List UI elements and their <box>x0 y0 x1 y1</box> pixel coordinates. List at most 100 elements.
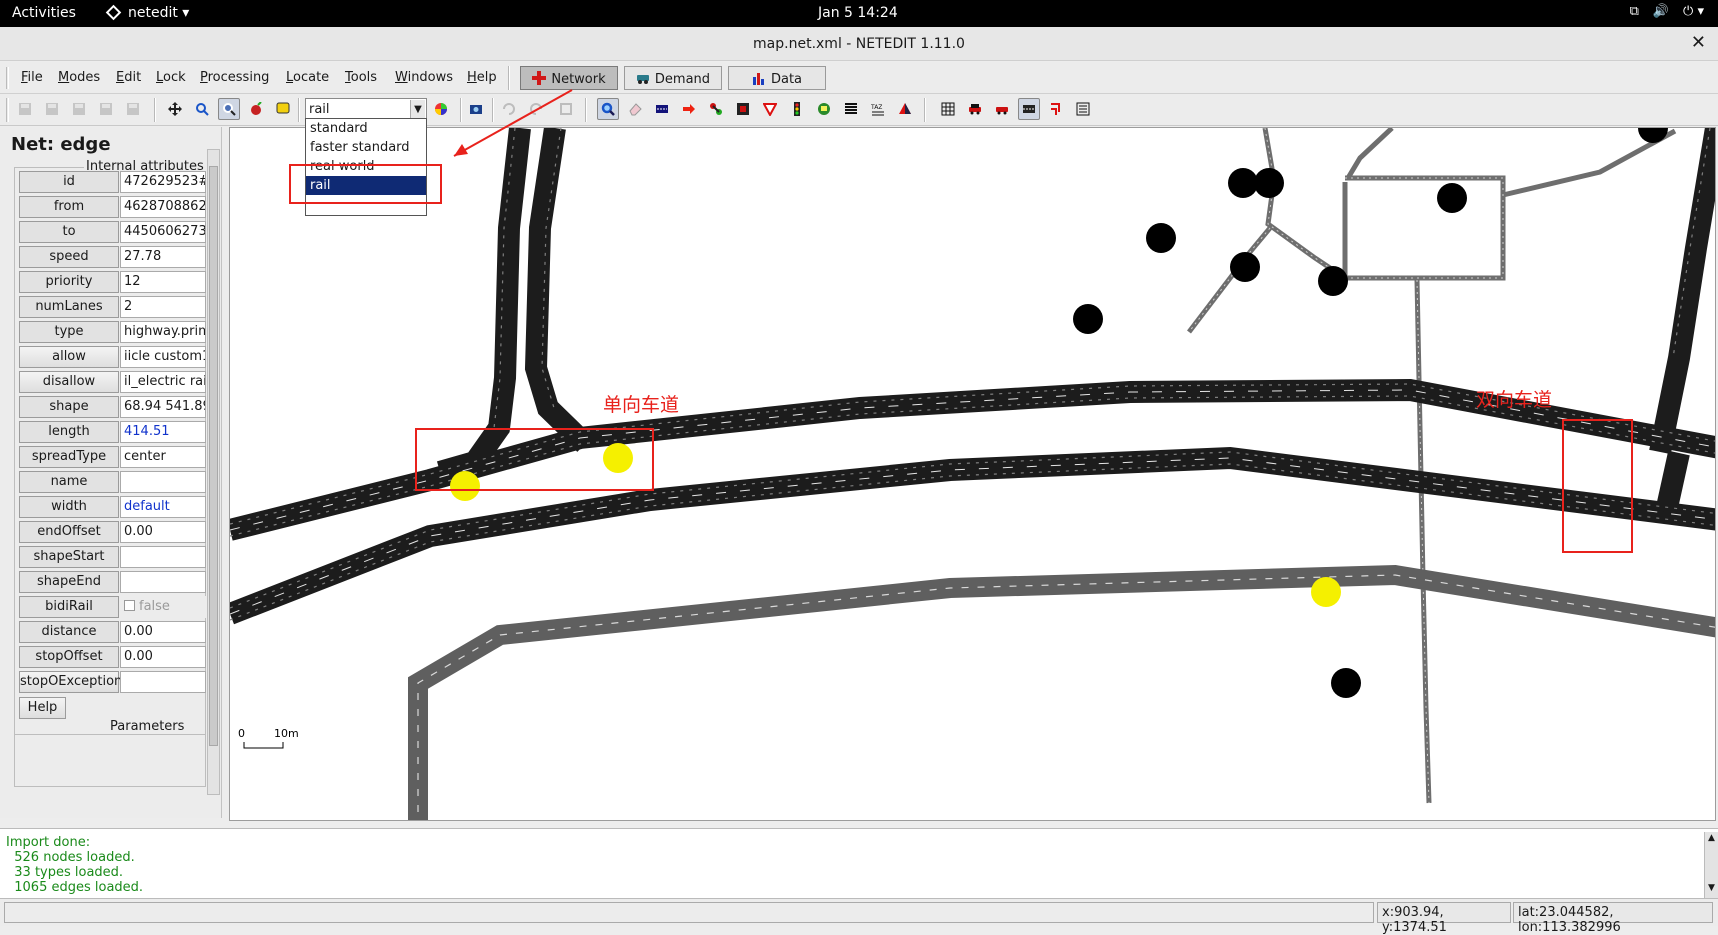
toggle-lane-widths-button[interactable] <box>1018 98 1040 120</box>
dropdown-option-faster-standard[interactable]: faster standard <box>306 138 426 157</box>
inspect-mode-button[interactable] <box>218 98 240 120</box>
attr-input-shapeend[interactable] <box>120 571 206 593</box>
prohibition-mode-button[interactable] <box>759 98 781 120</box>
select-mode-button[interactable] <box>272 98 294 120</box>
attr-input-spreadtype[interactable]: center <box>120 446 206 468</box>
save-all-button[interactable] <box>68 98 90 120</box>
attr-input-shape[interactable]: 68.94 541.89 <box>120 396 206 418</box>
message-scrollbar[interactable]: ▲ ▼ <box>1704 832 1718 898</box>
taz-mode-button[interactable]: TAZ <box>867 98 889 120</box>
toggle-vehicles-button[interactable] <box>991 98 1013 120</box>
dropdown-arrow-icon[interactable]: ▼ <box>410 100 425 119</box>
attr-label-shape: shape <box>19 396 119 418</box>
bidirail-checkbox[interactable]: false <box>120 596 206 618</box>
dropdown-option-standard[interactable]: standard <box>306 119 426 138</box>
parameters-frame <box>14 734 206 774</box>
create-edge-button[interactable] <box>705 98 727 120</box>
menu-windows[interactable]: Windows <box>395 70 453 85</box>
attr-input-width[interactable]: default <box>120 496 206 518</box>
attr-input-speed[interactable]: 27.78 <box>120 246 206 268</box>
inspect-network-button[interactable] <box>597 98 619 120</box>
attr-input-disallow[interactable]: il_electric rail <box>120 371 206 393</box>
message-log[interactable]: Import done: 526 nodes loaded. 33 types … <box>0 828 1718 898</box>
junction-node[interactable] <box>1230 252 1260 282</box>
attr-input-stopoexception[interactable] <box>120 671 206 693</box>
network-icon: ⧉ <box>1629 4 1639 19</box>
menu-lock[interactable]: Lock <box>156 70 186 85</box>
menu-edit[interactable]: Edit <box>116 70 141 85</box>
attr-input-stopoffset[interactable]: 0.00 <box>120 646 206 668</box>
inspector-scrollbar[interactable] <box>207 149 220 795</box>
annotation-arrow <box>453 89 573 157</box>
app-menu[interactable]: netedit ▾ <box>105 4 189 21</box>
attr-input-allow[interactable]: iicle custom1 <box>120 346 206 368</box>
system-tray[interactable]: ⧉ 🔊 ⏻ ▾ <box>1630 4 1704 19</box>
select-network-button[interactable] <box>651 98 673 120</box>
attr-input-type[interactable]: highway.prim <box>120 321 206 343</box>
menu-locate[interactable]: Locate <box>286 70 329 85</box>
attr-input-length[interactable]: 414.51 <box>120 421 206 443</box>
attr-row-bidirail: bidiRail false <box>19 596 206 618</box>
attr-input-numlanes[interactable]: 2 <box>120 296 206 318</box>
delete-network-button[interactable] <box>624 98 646 120</box>
attr-input-distance[interactable]: 0.00 <box>120 621 206 643</box>
menu-processing[interactable]: Processing <box>200 70 269 85</box>
delete-mode-button[interactable] <box>245 98 267 120</box>
scale-zero-label: 0 <box>238 727 245 740</box>
attr-input-name[interactable] <box>120 471 206 493</box>
allow-dialog-button[interactable]: allow <box>19 346 119 368</box>
junction-node[interactable] <box>1146 223 1176 253</box>
selected-junction[interactable] <box>1311 577 1341 607</box>
menu-modes-label: odes <box>69 70 101 85</box>
network-canvas[interactable]: 0 10m 单向车道 双向车道 <box>229 127 1716 821</box>
supermode-data-button[interactable]: Data <box>728 66 826 90</box>
menu-help[interactable]: Help <box>467 70 497 85</box>
attr-input-priority[interactable]: 12 <box>120 271 206 293</box>
junction-node[interactable] <box>1638 128 1668 143</box>
toggle-list-button[interactable] <box>1072 98 1094 120</box>
disallow-dialog-button[interactable]: disallow <box>19 371 119 393</box>
activities-button[interactable]: Activities <box>12 5 76 21</box>
save-button[interactable] <box>41 98 63 120</box>
supermode-network-label: Network <box>551 72 606 87</box>
shape-mode-button[interactable] <box>894 98 916 120</box>
junction-node[interactable] <box>1228 168 1258 198</box>
menu-processing-mnemonic: P <box>200 70 208 85</box>
move-mode-button[interactable] <box>164 98 186 120</box>
junction-node[interactable] <box>1254 168 1284 198</box>
stopoexception-dialog-button[interactable]: stopOException <box>19 671 122 693</box>
scrollbar-thumb[interactable] <box>209 166 218 746</box>
junction-node[interactable] <box>1073 304 1103 334</box>
attr-input-endoffset[interactable]: 0.00 <box>120 521 206 543</box>
attr-input-shapestart[interactable] <box>120 546 206 568</box>
junction-node[interactable] <box>1437 183 1467 213</box>
app-name: netedit <box>128 5 178 21</box>
scroll-up-icon[interactable]: ▲ <box>1706 833 1717 847</box>
menu-file[interactable]: File <box>21 70 43 85</box>
traffic-light-mode-button[interactable] <box>786 98 808 120</box>
toggle-connections-button[interactable] <box>1045 98 1067 120</box>
help-button[interactable]: Help <box>19 697 66 719</box>
additional-mode-button[interactable] <box>813 98 835 120</box>
attr-input-id[interactable]: 472629523# <box>120 171 206 193</box>
junction-node[interactable] <box>1318 266 1348 296</box>
junction-node[interactable] <box>1331 668 1361 698</box>
zoom-button[interactable] <box>191 98 213 120</box>
grid-toggle-button[interactable] <box>937 98 959 120</box>
clock[interactable]: Jan 5 14:24 <box>818 5 898 21</box>
menu-tools[interactable]: Tools <box>345 70 377 85</box>
save-data-button[interactable] <box>122 98 144 120</box>
scroll-down-icon[interactable]: ▼ <box>1706 883 1717 897</box>
attr-input-to[interactable]: 4450606273 <box>120 221 206 243</box>
close-window-button[interactable]: ✕ <box>1691 32 1706 53</box>
attr-input-from[interactable]: 4628708862 <box>120 196 206 218</box>
new-network-button[interactable] <box>14 98 36 120</box>
connection-mode-button[interactable] <box>732 98 754 120</box>
supermode-demand-button[interactable]: Demand <box>624 66 722 90</box>
move-network-button[interactable] <box>678 98 700 120</box>
crossing-mode-button[interactable] <box>840 98 862 120</box>
attr-row-disallow: disallow il_electric rail <box>19 371 206 393</box>
menu-modes[interactable]: Modes <box>58 70 100 85</box>
save-demand-button[interactable] <box>95 98 117 120</box>
show-demand-button[interactable] <box>964 98 986 120</box>
